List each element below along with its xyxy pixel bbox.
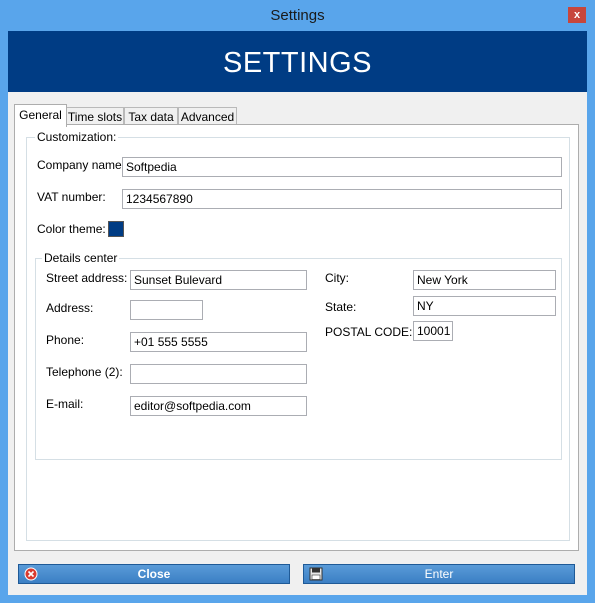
state-field[interactable]: NY (413, 296, 556, 316)
telephone-2-field[interactable] (130, 364, 307, 384)
email-label: E-mail: (46, 397, 84, 411)
customization-group: Customization: Company name: Softpedia V… (26, 130, 570, 541)
company-name-field[interactable]: Softpedia (122, 157, 562, 177)
details-center-legend: Details center (42, 251, 120, 265)
settings-banner: SETTINGS (8, 31, 587, 92)
close-button-label: Close (137, 567, 171, 581)
city-label: City: (325, 271, 349, 285)
postal-code-field[interactable]: 10001 (413, 321, 453, 341)
postal-code-label: POSTAL CODE: (325, 325, 413, 339)
state-label: State: (325, 300, 357, 314)
street-address-field[interactable]: Sunset Bulevard (130, 270, 307, 290)
floppy-disk-icon (309, 567, 323, 581)
address-field[interactable] (130, 300, 203, 320)
color-theme-label: Color theme: (37, 222, 106, 236)
general-tab-panel: Customization: Company name: Softpedia V… (14, 124, 579, 551)
settings-window: Settings x SETTINGS General Time slots T… (0, 0, 595, 603)
tab-general[interactable]: General (14, 104, 67, 127)
company-name-label: Company name: (37, 158, 126, 172)
details-center-group: Details center Street address: Sunset Bu… (35, 251, 562, 460)
vat-number-label: VAT number: (37, 190, 106, 204)
title-bar[interactable]: Settings x (0, 0, 595, 31)
phone-field[interactable]: +01 555 5555 (130, 332, 307, 352)
city-field[interactable]: New York (413, 270, 556, 290)
window-title: Settings (270, 7, 325, 24)
close-button[interactable]: Close (18, 564, 290, 584)
street-address-label: Street address: (46, 271, 128, 285)
email-field[interactable]: editor@softpedia.com (130, 396, 307, 416)
close-circle-icon (24, 567, 38, 581)
color-theme-swatch[interactable] (108, 221, 124, 237)
customization-legend: Customization: (35, 130, 119, 144)
phone-label: Phone: (46, 333, 85, 347)
enter-button-label: Enter (424, 567, 454, 581)
window-close-button[interactable]: x (568, 7, 586, 23)
telephone-2-label: Telephone (2): (46, 365, 123, 379)
vat-number-field[interactable]: 1234567890 (122, 189, 562, 209)
window-client-area: SETTINGS General Time slots Tax data Adv… (8, 31, 587, 595)
enter-button[interactable]: Enter (303, 564, 575, 584)
address-label: Address: (46, 301, 94, 315)
